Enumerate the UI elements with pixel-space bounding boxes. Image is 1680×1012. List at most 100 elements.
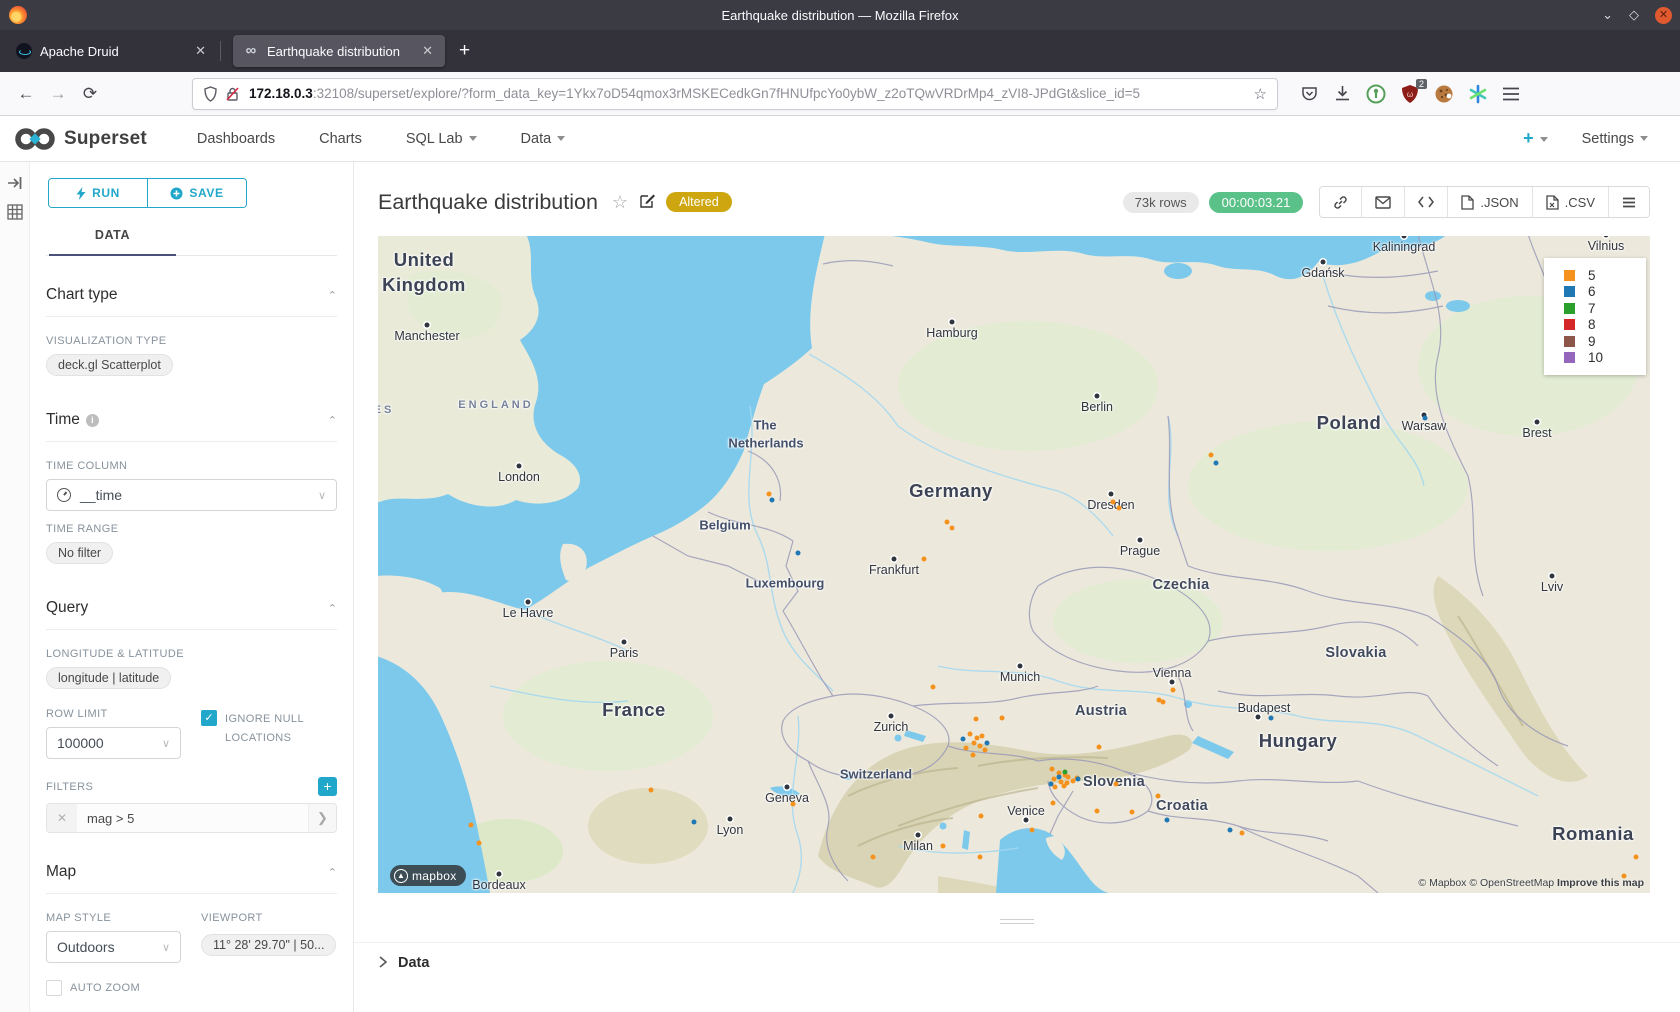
altered-badge[interactable]: Altered (666, 192, 732, 212)
filter-item[interactable]: ✕ mag > 5 ❯ (46, 803, 337, 833)
back-icon[interactable]: ← (10, 84, 42, 104)
nav-settings[interactable]: Settings (1582, 131, 1648, 147)
nav-charts[interactable]: Charts (297, 131, 384, 147)
data-point (1423, 416, 1428, 421)
tab-close-icon[interactable]: ✕ (193, 43, 208, 59)
time-column-select[interactable]: __time ∨ (46, 479, 337, 511)
mapbox-icon: ▲ (394, 869, 408, 883)
superset-logo[interactable]: Superset (14, 126, 147, 152)
row-limit-select[interactable]: 100000 ∨ (46, 727, 181, 759)
tab-close-icon[interactable]: ✕ (420, 43, 435, 59)
lonlat-value[interactable]: longitude | latitude (46, 667, 171, 689)
extension-green-icon[interactable] (1366, 84, 1386, 104)
nav-data[interactable]: Data (499, 131, 588, 147)
legend-swatch (1564, 352, 1575, 363)
data-point (649, 788, 654, 793)
forward-icon[interactable]: → (42, 84, 74, 104)
data-point (971, 753, 976, 758)
run-button[interactable]: RUN (49, 179, 148, 207)
ignore-null-checkbox-row[interactable]: ✓ IGNORE NULL LOCATIONS (201, 710, 335, 759)
checkbox-checked-icon[interactable]: ✓ (201, 710, 217, 726)
rows-count-badge: 73k rows (1123, 192, 1199, 213)
data-point (950, 526, 955, 531)
data-panel-header[interactable]: Data (354, 942, 1680, 983)
data-point (1228, 828, 1233, 833)
bookmark-star-icon[interactable]: ☆ (1254, 85, 1267, 103)
export-csv-button[interactable]: .CSV (1533, 187, 1609, 217)
data-point (1161, 700, 1166, 705)
section-chart-type[interactable]: Chart type⌃ (46, 286, 337, 317)
resize-handle[interactable] (1000, 919, 1034, 924)
window-maximize-icon[interactable]: ◇ (1629, 7, 1639, 23)
window-minimize-icon[interactable]: ⌄ (1602, 7, 1613, 23)
email-button[interactable] (1362, 187, 1405, 217)
view-query-button[interactable] (1405, 187, 1448, 217)
section-query[interactable]: Query⌃ (46, 599, 337, 630)
data-point (945, 520, 950, 525)
tab-earthquake-distribution[interactable]: ∞ Earthquake distribution ✕ (233, 35, 445, 67)
edit-title-icon[interactable] (640, 192, 656, 213)
nav-sql-lab[interactable]: SQL Lab (384, 131, 499, 147)
more-options-button[interactable] (1609, 187, 1649, 217)
auto-zoom-checkbox-row[interactable]: AUTO ZOOM (46, 979, 337, 998)
time-range-value[interactable]: No filter (46, 542, 113, 564)
panel-tabs: DATA (46, 220, 337, 256)
legend-value: 7 (1588, 301, 1596, 316)
add-filter-button[interactable]: + (318, 777, 337, 796)
collapse-panel-icon[interactable] (7, 176, 23, 190)
data-point (968, 732, 973, 737)
section-time[interactable]: Timei ⌃ (46, 411, 337, 442)
favorite-star-icon[interactable]: ☆ (612, 192, 628, 213)
checkbox-unchecked-icon[interactable] (46, 980, 62, 996)
chevron-up-icon: ⌃ (328, 866, 337, 879)
improve-map-link[interactable]: Improve this map (1557, 877, 1644, 889)
map-style-label: MAP STYLE (46, 912, 181, 924)
data-point (978, 744, 983, 749)
data-point (1114, 782, 1119, 787)
tab-apache-druid[interactable]: Apache Druid ✕ (6, 35, 218, 67)
data-point (980, 734, 985, 739)
remove-filter-icon[interactable]: ✕ (47, 804, 77, 832)
map-style-select[interactable]: Outdoors ∨ (46, 931, 181, 963)
legend-row: 5 (1564, 267, 1646, 284)
extension-shield-icon[interactable]: ω 2 (1400, 84, 1420, 104)
shield-icon[interactable] (203, 86, 218, 102)
export-json-button[interactable]: .JSON (1448, 187, 1532, 217)
window-close-icon[interactable]: ✕ (1655, 7, 1672, 24)
pocket-icon[interactable] (1300, 84, 1319, 103)
data-point (985, 741, 990, 746)
mapbox-logo[interactable]: ▲ mapbox (390, 865, 466, 886)
data-point (1117, 506, 1122, 511)
data-point (1097, 745, 1102, 750)
url-bar[interactable]: 172.18.0.3:32108/superset/explore/?form_… (192, 78, 1278, 110)
new-tab-button[interactable]: + (459, 40, 470, 62)
section-map[interactable]: Map⌃ (46, 863, 337, 894)
superset-favicon: ∞ (243, 43, 259, 59)
legend-swatch (1564, 336, 1575, 347)
reload-icon[interactable]: ⟳ (74, 84, 106, 104)
menu-icon[interactable] (1502, 86, 1520, 102)
dataset-grid-icon[interactable] (7, 204, 23, 220)
viewport-value[interactable]: 11° 28' 29.70" | 50... (201, 934, 336, 956)
map-canvas[interactable]: UnitedKingdomENGLANDESManchesterLondonTh… (378, 236, 1650, 893)
window-titlebar[interactable]: Earthquake distribution — Mozilla Firefo… (0, 0, 1680, 30)
data-point (931, 685, 936, 690)
asterisk-extension-icon[interactable] (1468, 84, 1488, 104)
nav-dashboards[interactable]: Dashboards (175, 131, 297, 147)
tab-data[interactable]: DATA (49, 220, 176, 256)
cookie-extension-icon[interactable] (1434, 84, 1454, 104)
copy-link-button[interactable] (1320, 187, 1362, 217)
chevron-right-icon[interactable]: ❯ (308, 804, 336, 832)
data-point (1049, 782, 1054, 787)
legend-row: 6 (1564, 284, 1646, 301)
viz-type-value[interactable]: deck.gl Scatterplot (46, 354, 173, 376)
add-new-button[interactable]: + (1523, 128, 1548, 149)
url-text[interactable]: 172.18.0.3:32108/superset/explore/?form_… (249, 86, 1246, 101)
legend-value: 6 (1588, 284, 1596, 299)
data-point (692, 820, 697, 825)
downloads-icon[interactable] (1333, 84, 1352, 103)
legend-value: 5 (1588, 268, 1596, 283)
save-button[interactable]: SAVE (148, 179, 246, 207)
info-icon: i (86, 414, 99, 427)
lock-insecure-icon[interactable] (225, 86, 240, 102)
